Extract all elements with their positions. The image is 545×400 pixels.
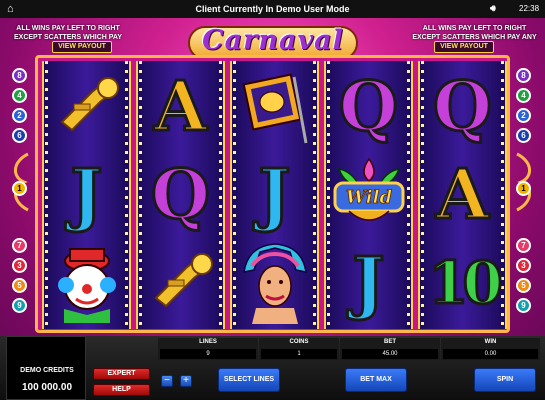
clock: 22:38 xyxy=(519,4,540,13)
line-button-3-left[interactable]: 3 xyxy=(12,258,27,273)
reel-frame: J A Q J Q Wild J Q A 10 xyxy=(35,55,510,333)
bet-value: 45.00 xyxy=(342,349,438,359)
reel-5: Q A 10 xyxy=(418,61,507,329)
view-payout-button-left[interactable]: VIEW PAYOUT xyxy=(52,41,112,53)
credits-value: 100 000.00 xyxy=(21,382,73,393)
pay-rule-right: ALL WINS PAY LEFT TO RIGHT EXCEPT SCATTE… xyxy=(412,24,537,42)
line-button-6-right[interactable]: 6 xyxy=(516,128,531,143)
line-button-8-right[interactable]: 8 xyxy=(516,68,531,83)
game-screen: ⌂ Client Currently In Demo User Mode 🔊︎ … xyxy=(0,0,545,400)
minus-button[interactable]: − xyxy=(161,375,173,387)
reel-2: A Q xyxy=(136,61,225,329)
j-symbol: J xyxy=(44,151,129,239)
trumpet-icon xyxy=(60,77,119,132)
j-symbol: J xyxy=(326,239,411,327)
wild-symbol: Wild xyxy=(326,151,411,239)
clown-icon xyxy=(57,248,116,323)
control-panel: DEMO CREDITS 100 000.00 EXPERT HELP − + … xyxy=(0,336,545,400)
ten-letter-icon: 10 xyxy=(427,249,505,317)
coins-label: COINS xyxy=(289,339,309,345)
mask-flag-symbol xyxy=(232,63,317,151)
wild-text: Wild xyxy=(345,187,392,208)
a-symbol: A xyxy=(138,63,223,151)
demo-mode-title: Client Currently In Demo User Mode xyxy=(195,4,350,14)
line-button-8-left[interactable]: 8 xyxy=(12,68,27,83)
lines-display: LINES 9 xyxy=(158,338,258,360)
bet-display: BET 45.00 xyxy=(340,338,440,360)
win-label: WIN xyxy=(484,339,497,345)
line-button-7-left[interactable]: 7 xyxy=(12,238,27,253)
help-button[interactable]: HELP xyxy=(93,384,150,396)
a-symbol: A xyxy=(420,151,505,239)
credits-box: DEMO CREDITS 100 000.00 xyxy=(6,336,86,400)
q-symbol: Q xyxy=(326,63,411,151)
j-letter-icon: J xyxy=(351,243,386,323)
select-lines-button[interactable]: SELECT LINES xyxy=(218,368,280,392)
view-payout-button-right[interactable]: VIEW PAYOUT xyxy=(434,41,494,53)
reel-3: J xyxy=(230,61,319,329)
mask-flag-icon xyxy=(242,73,307,144)
j-symbol: J xyxy=(232,151,317,239)
line-button-4-right[interactable]: 4 xyxy=(516,88,531,103)
line-button-3-right[interactable]: 3 xyxy=(516,258,531,273)
plus-button[interactable]: + xyxy=(180,375,192,387)
speaker-icon[interactable]: 🔊︎ xyxy=(490,3,496,14)
q-letter-icon: Q xyxy=(337,67,399,147)
credits-label: DEMO CREDITS xyxy=(20,367,74,374)
logo-text: Carnaval xyxy=(202,25,344,56)
line-button-7-right[interactable]: 7 xyxy=(516,238,531,253)
carnival-dancer-symbol xyxy=(232,239,317,327)
a-letter-icon: A xyxy=(435,155,491,235)
line-button-1-right[interactable]: 1 xyxy=(516,181,531,196)
a-letter-icon: A xyxy=(153,67,209,147)
line-button-9-left[interactable]: 9 xyxy=(12,298,27,313)
win-value: 0.00 xyxy=(443,349,538,359)
bet-label: BET xyxy=(384,339,396,345)
ten-symbol: 10 xyxy=(420,239,505,327)
pay-rule-line1: ALL WINS PAY LEFT TO RIGHT xyxy=(422,25,527,32)
lines-value: 9 xyxy=(160,349,256,359)
coins-value: 1 xyxy=(261,349,337,359)
trumpet-symbol xyxy=(44,63,129,151)
line-button-5-right[interactable]: 5 xyxy=(516,278,531,293)
trumpet-symbol xyxy=(138,239,223,327)
trumpet-icon xyxy=(154,253,213,308)
j-letter-icon: J xyxy=(69,155,104,235)
reel-4: Q Wild J xyxy=(324,61,413,329)
line-button-1-left[interactable]: 1 xyxy=(12,181,27,196)
line-button-4-left[interactable]: 4 xyxy=(12,88,27,103)
line-button-5-left[interactable]: 5 xyxy=(12,278,27,293)
q-letter-icon: Q xyxy=(431,67,493,147)
lines-label: LINES xyxy=(199,339,217,345)
expert-button[interactable]: EXPERT xyxy=(93,368,150,380)
coins-display: COINS 1 xyxy=(259,338,339,360)
q-symbol: Q xyxy=(138,151,223,239)
reel-1: J xyxy=(42,61,131,329)
line-button-9-right[interactable]: 9 xyxy=(516,298,531,313)
line-button-6-left[interactable]: 6 xyxy=(12,128,27,143)
q-letter-icon: Q xyxy=(149,155,211,235)
wild-mask-icon: Wild xyxy=(333,157,404,221)
line-button-2-right[interactable]: 2 xyxy=(516,108,531,123)
clown-symbol xyxy=(44,239,129,327)
status-bar: ⌂ Client Currently In Demo User Mode 🔊︎ … xyxy=(0,0,545,18)
spin-button[interactable]: SPIN xyxy=(474,368,536,392)
win-display: WIN 0.00 xyxy=(441,338,540,360)
line-button-2-left[interactable]: 2 xyxy=(12,108,27,123)
j-letter-icon: J xyxy=(257,155,292,235)
q-symbol: Q xyxy=(420,63,505,151)
bet-max-button[interactable]: BET MAX xyxy=(345,368,407,392)
pay-rule-line1: ALL WINS PAY LEFT TO RIGHT xyxy=(16,25,120,32)
carnival-dancer-icon xyxy=(242,243,307,324)
